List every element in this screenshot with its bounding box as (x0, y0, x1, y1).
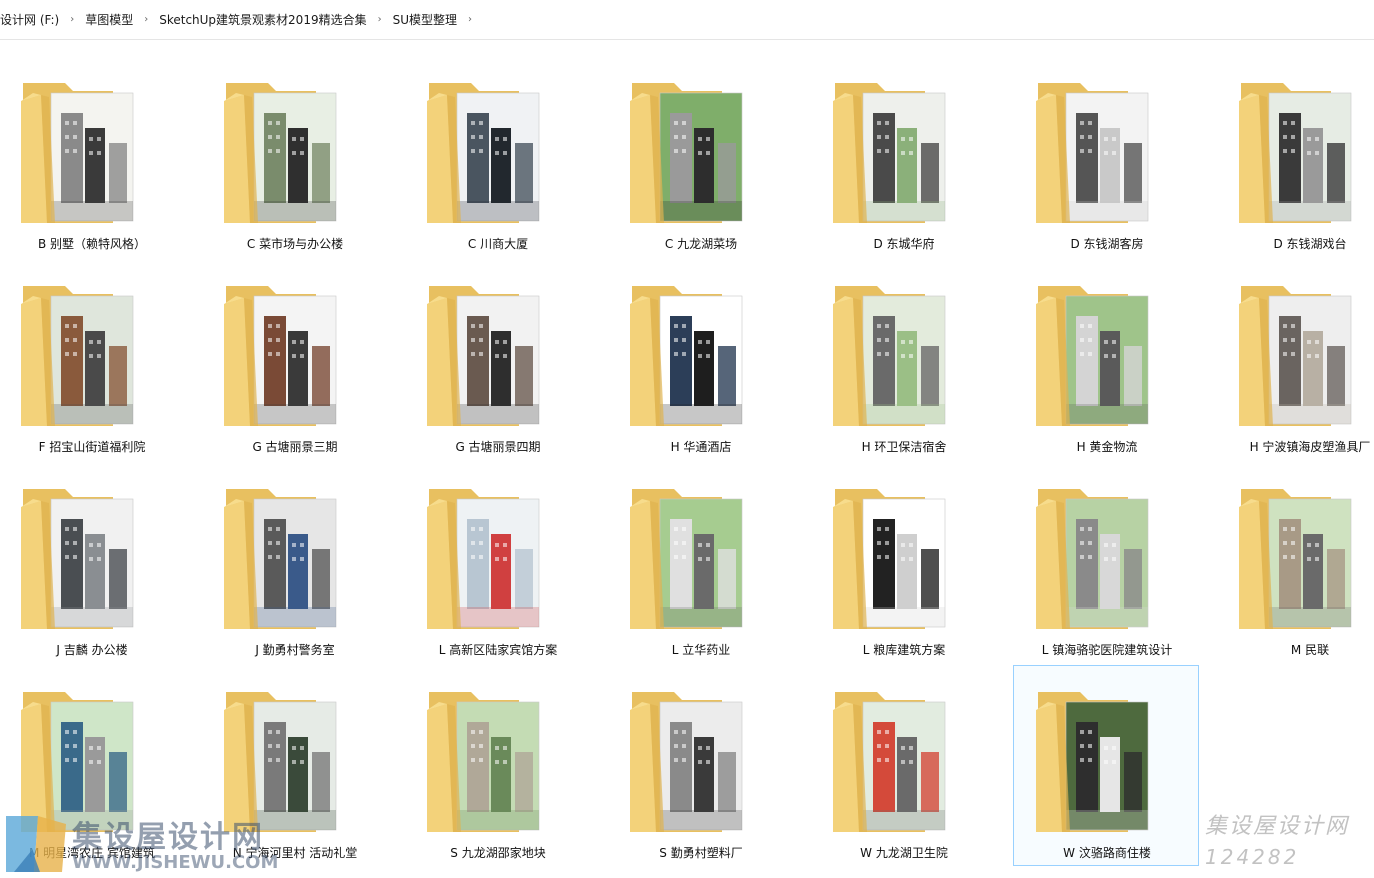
folder-item[interactable]: D 东钱湖客房 (1013, 56, 1199, 257)
folder-label: H 宁波镇海皮塑渔具厂 (1249, 440, 1371, 454)
folder-item[interactable]: D 东城华府 (810, 56, 996, 257)
folder-icon (224, 489, 337, 629)
folder-item[interactable]: S 九龙湖邵家地块 (404, 665, 590, 866)
folder-label: L 高新区陆家宾馆方案 (438, 643, 558, 657)
folder-label: L 粮库建筑方案 (862, 643, 946, 657)
folder-item[interactable]: H 宁波镇海皮塑渔具厂 (1216, 259, 1374, 460)
chevron-right-icon[interactable]: › (468, 14, 472, 25)
folder-icon (630, 286, 743, 426)
folder-icon (427, 83, 540, 223)
folder-label: J 勤勇村警务室 (255, 643, 335, 657)
folder-icon (1036, 83, 1149, 223)
folder-item[interactable]: D 东钱湖戏台 (1216, 56, 1374, 257)
folder-item[interactable]: W 九龙湖卫生院 (810, 665, 996, 866)
breadcrumb-item[interactable]: 设计网 (F:) (0, 9, 59, 30)
chevron-right-icon[interactable]: › (378, 14, 382, 25)
folder-icon (21, 83, 134, 223)
folder-label: J 吉麟 办公楼 (56, 643, 128, 657)
folder-item[interactable]: L 高新区陆家宾馆方案 (404, 462, 590, 663)
folder-item[interactable]: G 古塘丽景三期 (201, 259, 387, 460)
folder-icon (1036, 489, 1149, 629)
folder-label: D 东城华府 (873, 237, 935, 251)
folder-label: W 汶骆路商住楼 (1063, 846, 1151, 860)
folder-icon (1036, 286, 1149, 426)
watermark-id: 124282 (1205, 845, 1300, 869)
watermark-text: 集设屋设计网 (72, 820, 264, 855)
folder-label: B 别墅（赖特风格） (37, 237, 147, 251)
folder-icon (427, 489, 540, 629)
folder-icon (1239, 489, 1352, 629)
folder-label: W 九龙湖卫生院 (860, 846, 948, 860)
folder-icon (21, 286, 134, 426)
folder-item[interactable]: L 立华药业 (607, 462, 793, 663)
breadcrumb: 设计网 (F:) › 草图模型 › SketchUp建筑景观素材2019精选合集 › SU模… (0, 0, 1374, 40)
folder-item[interactable]: L 镇海骆驼医院建筑设计 (1013, 462, 1199, 663)
folder-item[interactable]: F 招宝山街道福利院 (0, 259, 184, 460)
folder-label: G 古塘丽景三期 (252, 440, 338, 454)
folder-label: H 华通酒店 (670, 440, 732, 454)
breadcrumb-item[interactable]: SU模型整理 (393, 9, 457, 30)
folder-item[interactable]: G 古塘丽景四期 (404, 259, 590, 460)
folder-label: F 招宝山街道福利院 (38, 440, 146, 454)
folder-item[interactable]: J 吉麟 办公楼 (0, 462, 184, 663)
folder-label: L 立华药业 (671, 643, 731, 657)
folder-label: G 古塘丽景四期 (455, 440, 541, 454)
folder-label: H 环卫保洁宿舍 (861, 440, 947, 454)
folder-icon (833, 83, 946, 223)
folder-icon (833, 692, 946, 832)
folder-icon (224, 286, 337, 426)
folder-item[interactable]: B 别墅（赖特风格） (0, 56, 184, 257)
folder-item[interactable]: C 川商大厦 (404, 56, 590, 257)
folder-item[interactable]: C 九龙湖菜场 (607, 56, 793, 257)
folder-icon (630, 692, 743, 832)
folder-label: S 勤勇村塑料厂 (659, 846, 743, 860)
folder-icon (630, 489, 743, 629)
breadcrumb-item[interactable]: SketchUp建筑景观素材2019精选合集 (159, 9, 366, 30)
folder-item[interactable]: H 环卫保洁宿舍 (810, 259, 996, 460)
folder-item[interactable]: S 勤勇村塑料厂 (607, 665, 793, 866)
folder-icon (1239, 83, 1352, 223)
folder-icon (833, 489, 946, 629)
folder-icon (21, 489, 134, 629)
folder-item[interactable]: L 粮库建筑方案 (810, 462, 996, 663)
folder-label: S 九龙湖邵家地块 (450, 846, 546, 860)
chevron-right-icon[interactable]: › (144, 14, 148, 25)
folder-label: D 东钱湖客房 (1070, 237, 1144, 251)
folder-icon (630, 83, 743, 223)
breadcrumb-item[interactable]: 草图模型 (85, 9, 133, 30)
folder-item[interactable]: C 菜市场与办公楼 (201, 56, 387, 257)
folder-label: C 川商大厦 (467, 237, 529, 251)
chevron-right-icon[interactable]: › (70, 14, 74, 25)
folder-icon (427, 692, 540, 832)
folder-item[interactable]: H 黄金物流 (1013, 259, 1199, 460)
folder-label: C 菜市场与办公楼 (246, 237, 344, 251)
folder-icon (1036, 692, 1149, 832)
folder-item[interactable]: W 汶骆路商住楼 (1013, 665, 1199, 866)
folder-item[interactable]: J 勤勇村警务室 (201, 462, 387, 663)
folder-label: D 东钱湖戏台 (1273, 237, 1347, 251)
watermark-url: WWW.JISHEWU.COM (72, 852, 279, 873)
watermark-right-text: 集设屋设计网 (1205, 814, 1350, 839)
folder-label: L 镇海骆驼医院建筑设计 (1041, 643, 1173, 657)
folder-item[interactable]: H 华通酒店 (607, 259, 793, 460)
folder-label: H 黄金物流 (1076, 440, 1138, 454)
folder-item[interactable]: M 民联 (1216, 462, 1374, 663)
folder-icon (833, 286, 946, 426)
folder-icon (224, 83, 337, 223)
folder-label: M 民联 (1290, 643, 1330, 657)
folder-label: C 九龙湖菜场 (664, 237, 738, 251)
folder-icon (1239, 286, 1352, 426)
folder-icon (427, 286, 540, 426)
